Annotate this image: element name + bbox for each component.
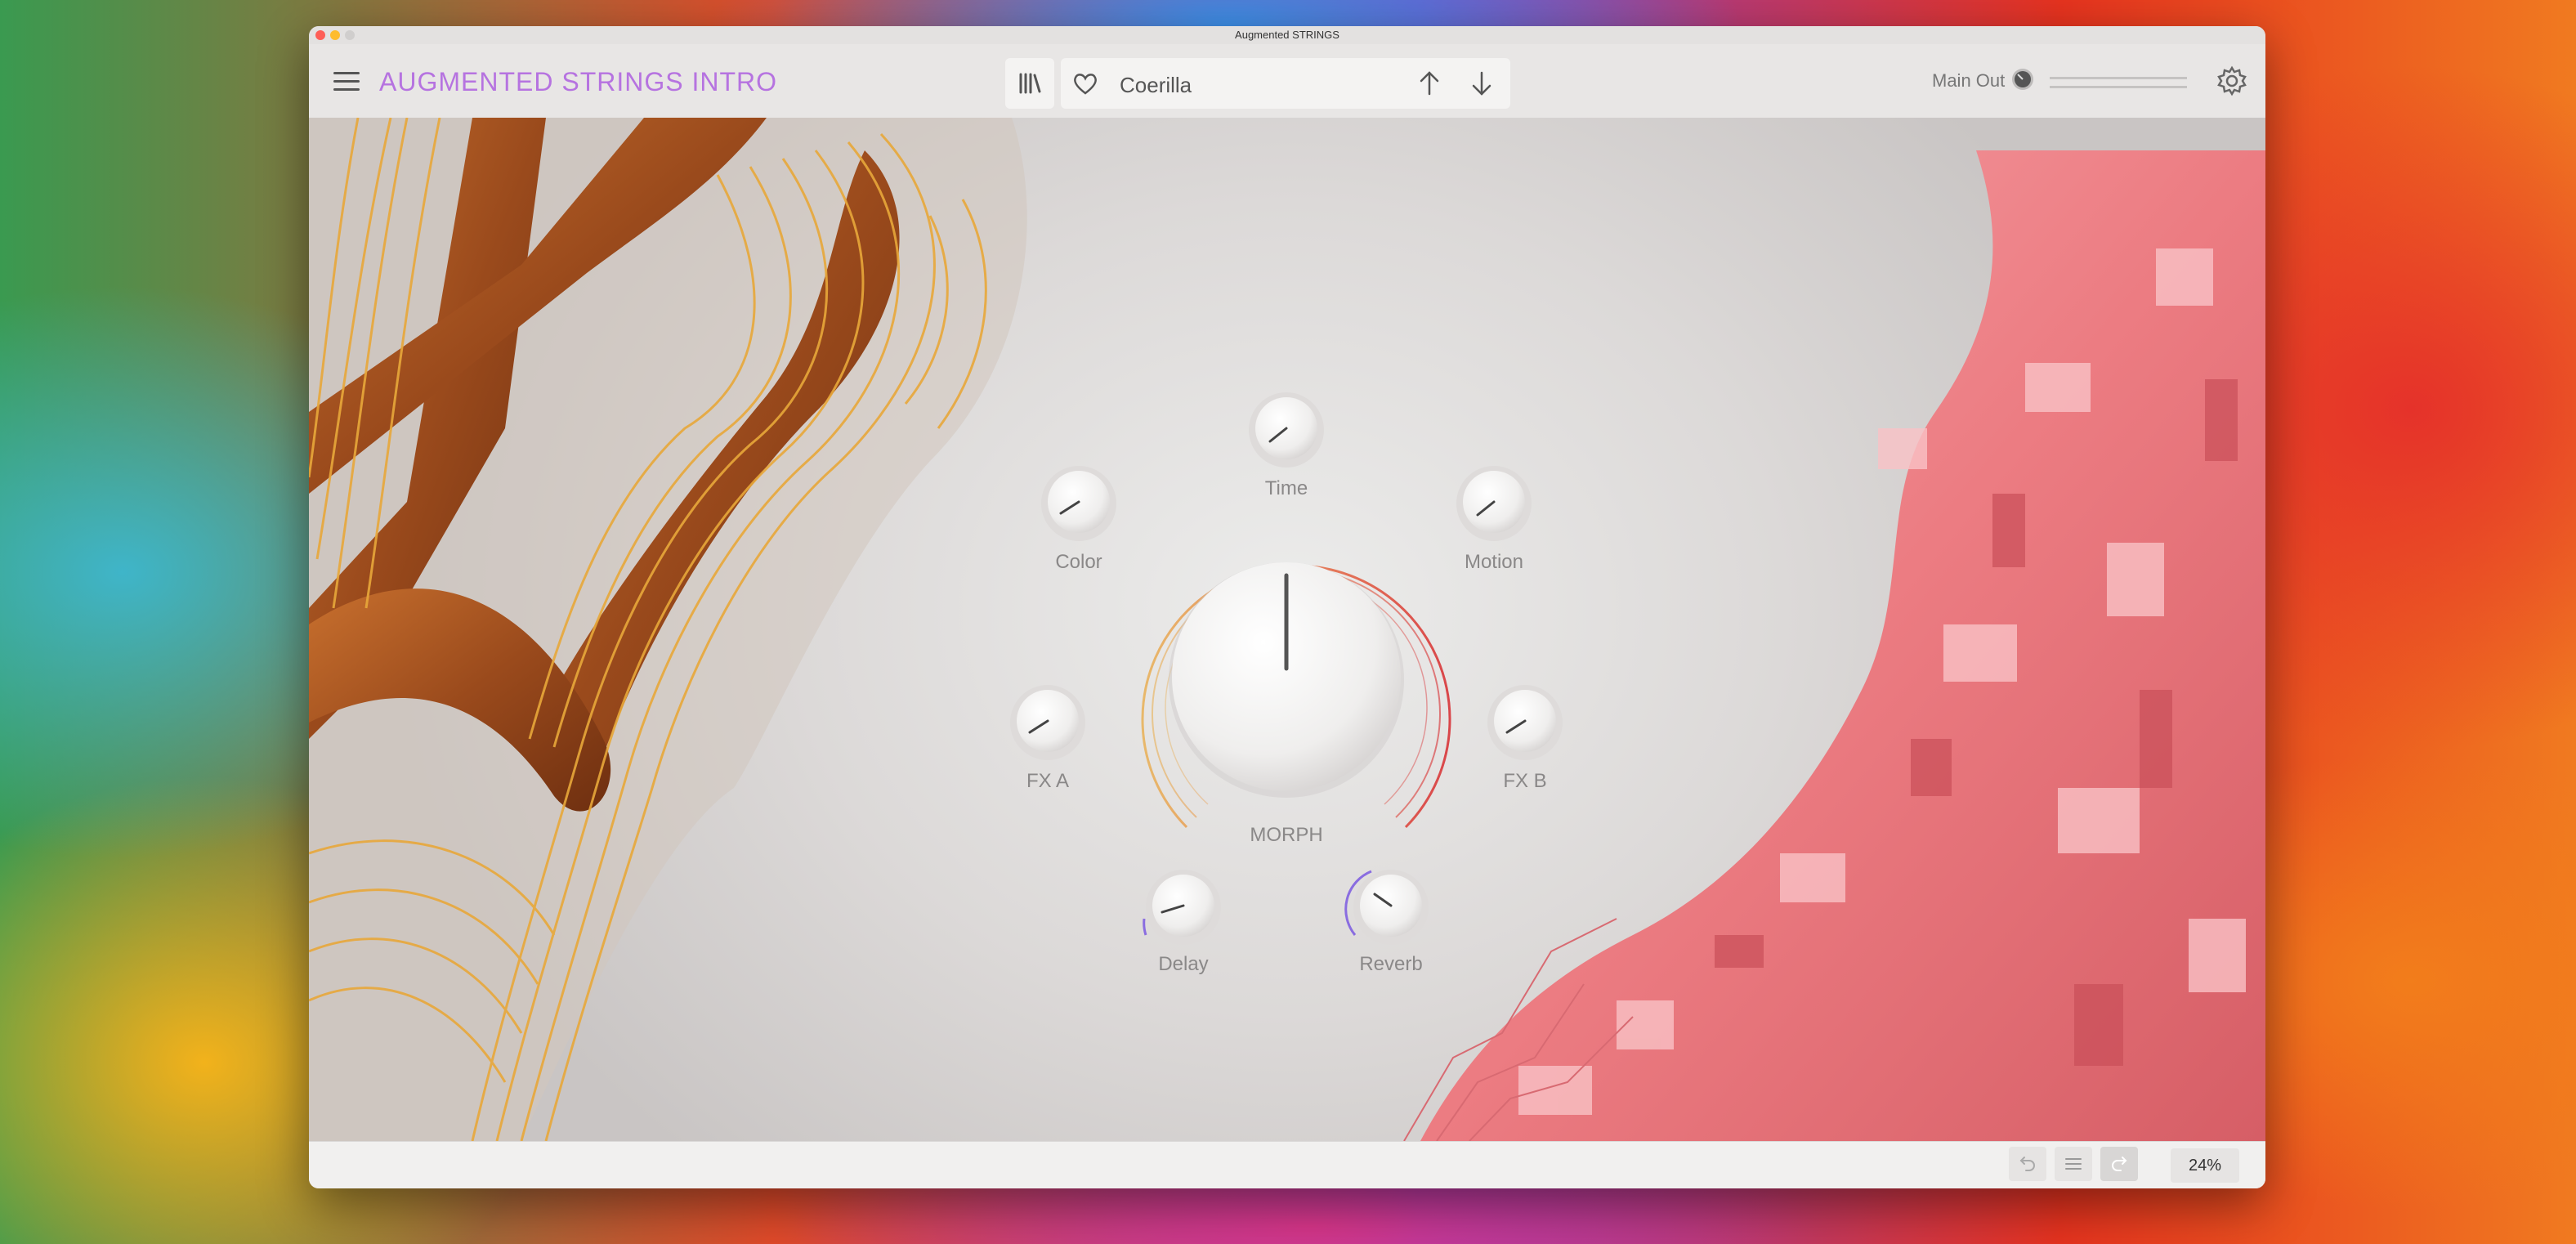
close-window-button[interactable] xyxy=(315,30,325,40)
fx-a-knob[interactable] xyxy=(1010,685,1085,760)
list-icon xyxy=(2065,1158,2082,1170)
history-button[interactable] xyxy=(2055,1147,2092,1181)
preset-name[interactable]: Coerilla xyxy=(1120,73,1192,98)
undo-button[interactable] xyxy=(2009,1147,2046,1181)
heart-icon[interactable] xyxy=(1072,71,1098,96)
gear-icon[interactable] xyxy=(2216,65,2247,96)
panel-artwork xyxy=(309,118,2265,1141)
library-icon xyxy=(1019,73,1041,94)
pixel-sculpture-image xyxy=(1403,150,2265,1141)
redo-icon xyxy=(2112,1157,2127,1171)
color-knob[interactable] xyxy=(1041,466,1116,541)
zoom-window-button[interactable] xyxy=(345,30,355,40)
fx-b-label: FX B xyxy=(1503,770,1547,792)
toolbar: AUGMENTED STRINGS INTRO Coerilla Main Ou… xyxy=(309,44,2265,118)
string-sculpture-image xyxy=(309,118,1027,1141)
reverb-label: Reverb xyxy=(1359,953,1423,975)
reverb-knob[interactable] xyxy=(1344,870,1429,945)
main-out-slider[interactable] xyxy=(2050,77,2187,88)
library-button[interactable] xyxy=(1005,58,1054,109)
hamburger-icon[interactable] xyxy=(333,72,360,92)
zoom-level[interactable]: 24% xyxy=(2171,1148,2239,1183)
morph-knob[interactable] xyxy=(1141,562,1451,829)
minimize-window-button[interactable] xyxy=(330,30,340,40)
fx-b-knob[interactable] xyxy=(1487,685,1563,760)
time-knob[interactable] xyxy=(1249,392,1324,468)
arrow-up-icon[interactable] xyxy=(1415,69,1443,97)
volume-knob-icon[interactable] xyxy=(2010,67,2035,92)
plugin-window: Augmented STRINGS AUGMENTED STRINGS INTR… xyxy=(309,26,2265,1188)
title-bar: Augmented STRINGS xyxy=(309,26,2265,45)
app-title: AUGMENTED STRINGS INTRO xyxy=(379,67,778,96)
color-label: Color xyxy=(1055,551,1102,573)
time-label: Time xyxy=(1264,477,1308,499)
main-out-label: Main Out xyxy=(1932,70,2006,91)
undo-icon xyxy=(2019,1157,2035,1171)
preset-browser[interactable]: Coerilla xyxy=(1061,58,1510,109)
morph-label: MORPH xyxy=(1250,824,1323,846)
arrow-down-icon[interactable] xyxy=(1468,69,1496,97)
window-title: Augmented STRINGS xyxy=(1235,29,1339,41)
fx-a-label: FX A xyxy=(1026,770,1070,792)
delay-knob[interactable] xyxy=(1143,870,1221,945)
status-bar: 24% xyxy=(309,1141,2265,1188)
motion-label: Motion xyxy=(1464,551,1524,573)
motion-knob[interactable] xyxy=(1456,466,1532,541)
instrument-panel: Time Color Motion MORPH FX A FX B Delay … xyxy=(309,118,2265,1141)
delay-label: Delay xyxy=(1158,953,1209,975)
redo-button[interactable] xyxy=(2100,1147,2138,1181)
